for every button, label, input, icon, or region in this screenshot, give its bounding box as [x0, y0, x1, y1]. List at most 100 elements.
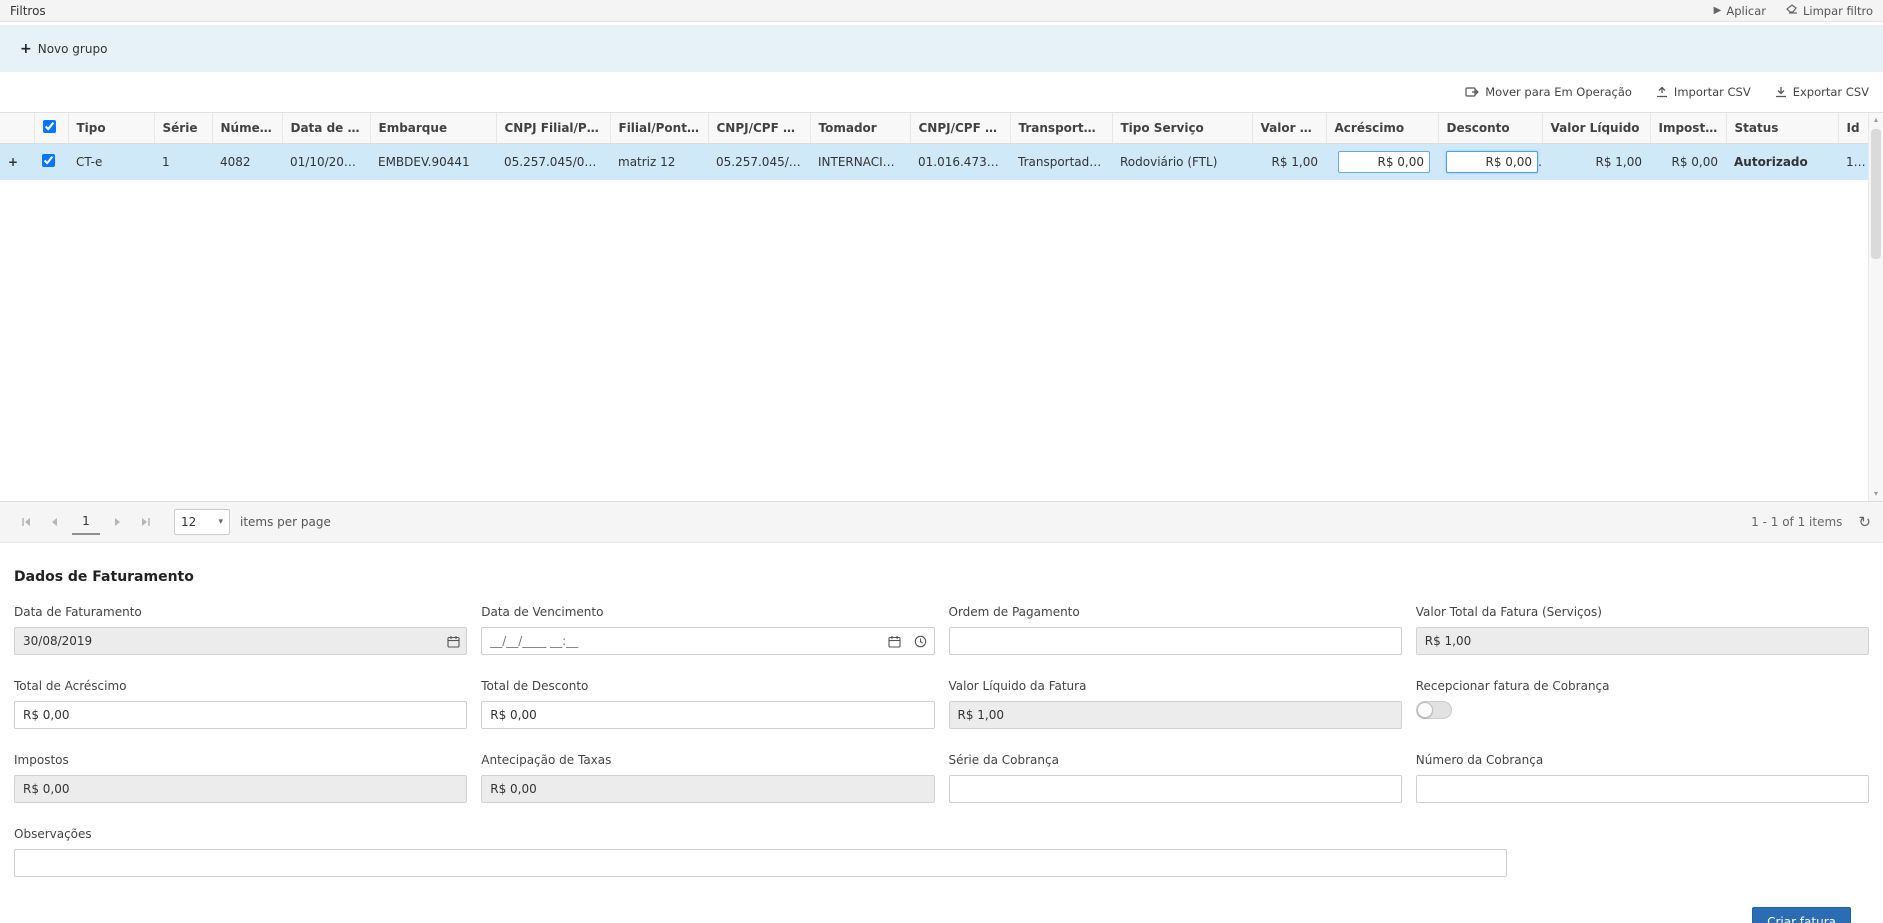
- total-desconto-input[interactable]: [481, 701, 934, 729]
- data-vencimento-input-wrap: [481, 627, 934, 655]
- select-all-checkbox-cell: [34, 113, 68, 144]
- row-checkbox[interactable]: [42, 154, 55, 167]
- data-faturamento-input[interactable]: [15, 628, 440, 654]
- col-header-valor-bruto[interactable]: Valor Bruto: [1252, 113, 1326, 144]
- data-vencimento-field: Data de Vencimento: [481, 605, 934, 655]
- filters-bar: Filtros ▶ Aplicar Limpar filtro: [0, 0, 1883, 22]
- table-row[interactable]: + CT-e 1 4082 01/10/2018 11:07 EMBDEV.90…: [0, 144, 1868, 181]
- export-csv-button[interactable]: Exportar CSV: [1775, 85, 1869, 99]
- move-to-operation-button[interactable]: Mover para Em Operação: [1465, 85, 1632, 99]
- refresh-icon: ↻: [1858, 513, 1871, 531]
- grid-toolbar: Mover para Em Operação Importar CSV Expo…: [0, 72, 1883, 112]
- col-header-numero[interactable]: Número: [212, 113, 282, 144]
- ordem-pagamento-label: Ordem de Pagamento: [949, 605, 1402, 619]
- scroll-up-icon[interactable]: ▴: [1869, 113, 1883, 127]
- scrollbar-thumb[interactable]: [1871, 129, 1881, 259]
- numero-cobranca-input[interactable]: [1416, 775, 1869, 803]
- billing-section: Dados de Faturamento Data de Faturamento…: [0, 543, 1883, 923]
- cell-valor-liquido: R$ 1,00: [1542, 144, 1650, 181]
- col-header-tipo-servico[interactable]: Tipo Serviço: [1112, 113, 1252, 144]
- col-header-serie[interactable]: Série: [154, 113, 212, 144]
- pager: 1 12 ▾ items per page 1 - 1 of 1 items ↻: [0, 501, 1883, 543]
- ordem-pagamento-input[interactable]: [949, 627, 1402, 655]
- total-acrescimo-field: Total de Acréscimo: [14, 679, 467, 729]
- apply-filters-button[interactable]: ▶ Aplicar: [1714, 4, 1766, 18]
- col-header-cnpj-transportador[interactable]: CNPJ/CPF Transp...: [910, 113, 1010, 144]
- col-header-tipo[interactable]: Tipo: [68, 113, 154, 144]
- status-badge: Autorizado: [1726, 144, 1838, 181]
- new-group-label: Novo grupo: [38, 42, 108, 56]
- documents-grid: Tipo Série Número Data de Emiss... Embar…: [0, 112, 1883, 501]
- col-header-tomador[interactable]: Tomador: [810, 113, 910, 144]
- data-vencimento-label: Data de Vencimento: [481, 605, 934, 619]
- antecipacao-field: Antecipação de Taxas: [481, 753, 934, 803]
- ordem-pagamento-field: Ordem de Pagamento: [949, 605, 1402, 655]
- recepcionar-toggle[interactable]: [1416, 701, 1452, 719]
- antecipacao-label: Antecipação de Taxas: [481, 753, 934, 767]
- page-size-select[interactable]: 12 ▾: [174, 509, 230, 535]
- col-header-impostos[interactable]: Impostos: [1650, 113, 1726, 144]
- desconto-input[interactable]: [1446, 151, 1538, 173]
- last-page-button[interactable]: [132, 508, 160, 536]
- col-header-data-emissao[interactable]: Data de Emiss...: [282, 113, 370, 144]
- expand-row-button[interactable]: +: [0, 144, 34, 181]
- total-desconto-field: Total de Desconto: [481, 679, 934, 729]
- data-vencimento-calendar-button[interactable]: [882, 628, 908, 654]
- first-page-button[interactable]: [12, 508, 40, 536]
- next-page-button[interactable]: [104, 508, 132, 536]
- data-vencimento-clock-button[interactable]: [908, 628, 934, 654]
- pager-range-label: 1 - 1 of 1 items: [1751, 515, 1842, 529]
- cell-id: 18: [1838, 144, 1868, 181]
- prev-page-button[interactable]: [40, 508, 68, 536]
- data-faturamento-field: Data de Faturamento: [14, 605, 467, 655]
- grid-scrollbar[interactable]: ▴ ▾: [1868, 113, 1883, 501]
- serie-cobranca-input[interactable]: [949, 775, 1402, 803]
- acrescimo-input[interactable]: [1338, 151, 1430, 173]
- page-number[interactable]: 1: [72, 509, 100, 535]
- cell-transportador: Transportador 01: [1010, 144, 1112, 181]
- select-all-checkbox[interactable]: [43, 120, 56, 133]
- cell-embarque: EMBDEV.90441: [370, 144, 496, 181]
- import-icon: [1656, 86, 1668, 98]
- col-header-valor-liquido[interactable]: Valor Líquido: [1542, 113, 1650, 144]
- play-icon: ▶: [1714, 6, 1722, 16]
- row-checkbox-cell: [34, 144, 68, 181]
- valor-liquido-input: [949, 701, 1402, 729]
- first-page-icon: [20, 516, 32, 528]
- clear-filter-label: Limpar filtro: [1803, 4, 1873, 18]
- col-header-embarque[interactable]: Embarque: [370, 113, 496, 144]
- clear-filter-button[interactable]: Limpar filtro: [1786, 4, 1873, 18]
- col-header-cnpj-filial[interactable]: CNPJ Filial/Ponto de ...: [496, 113, 610, 144]
- filters-title: Filtros: [10, 4, 46, 18]
- chevron-down-icon: ▾: [218, 517, 223, 527]
- calendar-icon: [888, 635, 901, 648]
- criar-fatura-button[interactable]: Criar fatura: [1752, 907, 1851, 923]
- valor-total-label: Valor Total da Fatura (Serviços): [1416, 605, 1869, 619]
- data-vencimento-input[interactable]: [482, 628, 881, 654]
- col-header-expander: [0, 113, 34, 144]
- serie-cobranca-label: Série da Cobrança: [949, 753, 1402, 767]
- import-csv-button[interactable]: Importar CSV: [1656, 85, 1751, 99]
- col-header-status[interactable]: Status: [1726, 113, 1838, 144]
- refresh-button[interactable]: ↻: [1858, 513, 1871, 531]
- total-acrescimo-label: Total de Acréscimo: [14, 679, 467, 693]
- import-csv-label: Importar CSV: [1674, 85, 1751, 99]
- data-faturamento-calendar-button[interactable]: [440, 628, 466, 654]
- col-header-desconto[interactable]: Desconto: [1438, 113, 1542, 144]
- scroll-down-icon[interactable]: ▾: [1869, 487, 1883, 501]
- export-csv-label: Exportar CSV: [1793, 85, 1869, 99]
- col-header-acrescimo[interactable]: Acréscimo: [1326, 113, 1438, 144]
- new-group-button[interactable]: + Novo grupo: [10, 36, 117, 62]
- impostos-input: [14, 775, 467, 803]
- cell-acrescimo: [1326, 144, 1438, 181]
- observacoes-field: Observações: [14, 827, 1507, 877]
- col-header-transportador[interactable]: Transportador: [1010, 113, 1112, 144]
- items-per-page-label: items per page: [240, 515, 331, 529]
- cell-filial: matriz 12: [610, 144, 708, 181]
- col-header-cnpj-tomador[interactable]: CNPJ/CPF Tomador: [708, 113, 810, 144]
- billing-section-title: Dados de Faturamento: [14, 569, 1869, 585]
- observacoes-input[interactable]: [14, 849, 1507, 877]
- total-acrescimo-input[interactable]: [14, 701, 467, 729]
- col-header-id[interactable]: Id: [1838, 113, 1868, 144]
- col-header-filial[interactable]: Filial/Ponto de O...: [610, 113, 708, 144]
